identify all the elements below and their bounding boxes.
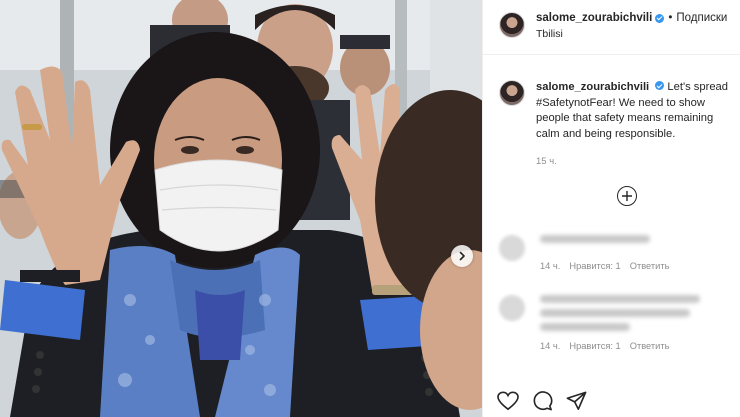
header-username[interactable]: salome_zourabichvili (536, 12, 652, 24)
avatar[interactable] (499, 12, 525, 38)
comment-button[interactable] (532, 391, 553, 416)
share-button[interactable] (566, 391, 587, 416)
chevron-right-icon (459, 251, 465, 261)
comment-item: 14 ч. Нравится: 1 Ответить (499, 235, 669, 271)
caption-avatar[interactable] (499, 80, 525, 106)
comment-body: 14 ч. Нравится: 1 Ответить (540, 295, 700, 351)
comment-text-blurred (540, 235, 650, 243)
header-text: salome_zourabichvili • Подписки Tbilisi (536, 12, 727, 40)
verified-badge-icon (655, 81, 665, 90)
verified-badge-icon (655, 13, 665, 23)
plus-circle-icon (622, 191, 632, 201)
post-actions (497, 391, 587, 416)
comment-meta: 14 ч. Нравится: 1 Ответить (540, 341, 700, 351)
paper-plane-icon (566, 391, 587, 410)
comment-text-blurred (540, 295, 700, 303)
caption-body: salome_zourabichvili Let's spread #Safet… (536, 80, 728, 170)
heart-icon (497, 391, 519, 411)
load-more-comments-button[interactable] (617, 186, 637, 206)
comment-reply-button[interactable]: Ответить (630, 261, 670, 271)
comment-meta: 14 ч. Нравится: 1 Ответить (540, 261, 669, 271)
comment-item: 14 ч. Нравится: 1 Ответить (499, 295, 700, 351)
speech-bubble-icon (533, 391, 553, 411)
comment-likes[interactable]: Нравится: 1 (569, 341, 620, 351)
post-caption: salome_zourabichvili Let's spread #Safet… (483, 55, 740, 170)
comment-time[interactable]: 14 ч. (540, 261, 560, 271)
comment-reply-button[interactable]: Ответить (630, 341, 670, 351)
post-header: salome_zourabichvili • Подписки Tbilisi (483, 0, 740, 55)
post-photo (0, 0, 482, 417)
caption-username[interactable]: salome_zourabichvili (536, 81, 649, 93)
comment-time[interactable]: 14 ч. (540, 341, 560, 351)
photo-illustration (0, 0, 482, 417)
post-sidebar: salome_zourabichvili • Подписки Tbilisi … (482, 0, 740, 417)
comment-text-blurred (540, 323, 630, 331)
comment-text-blurred (540, 309, 690, 317)
caption-time[interactable]: 15 ч. (536, 154, 728, 170)
comment-body: 14 ч. Нравится: 1 Ответить (540, 235, 669, 271)
comment-avatar[interactable] (499, 235, 525, 261)
following-button[interactable]: Подписки (676, 12, 727, 24)
next-photo-button[interactable] (451, 245, 473, 267)
comment-avatar[interactable] (499, 295, 525, 321)
location-link[interactable]: Tbilisi (536, 28, 727, 40)
instagram-post: salome_zourabichvili • Подписки Tbilisi … (0, 0, 740, 417)
like-button[interactable] (497, 391, 519, 416)
comment-likes[interactable]: Нравится: 1 (569, 261, 620, 271)
header-separator: • (668, 12, 673, 24)
header-line: salome_zourabichvili • Подписки (536, 12, 727, 24)
